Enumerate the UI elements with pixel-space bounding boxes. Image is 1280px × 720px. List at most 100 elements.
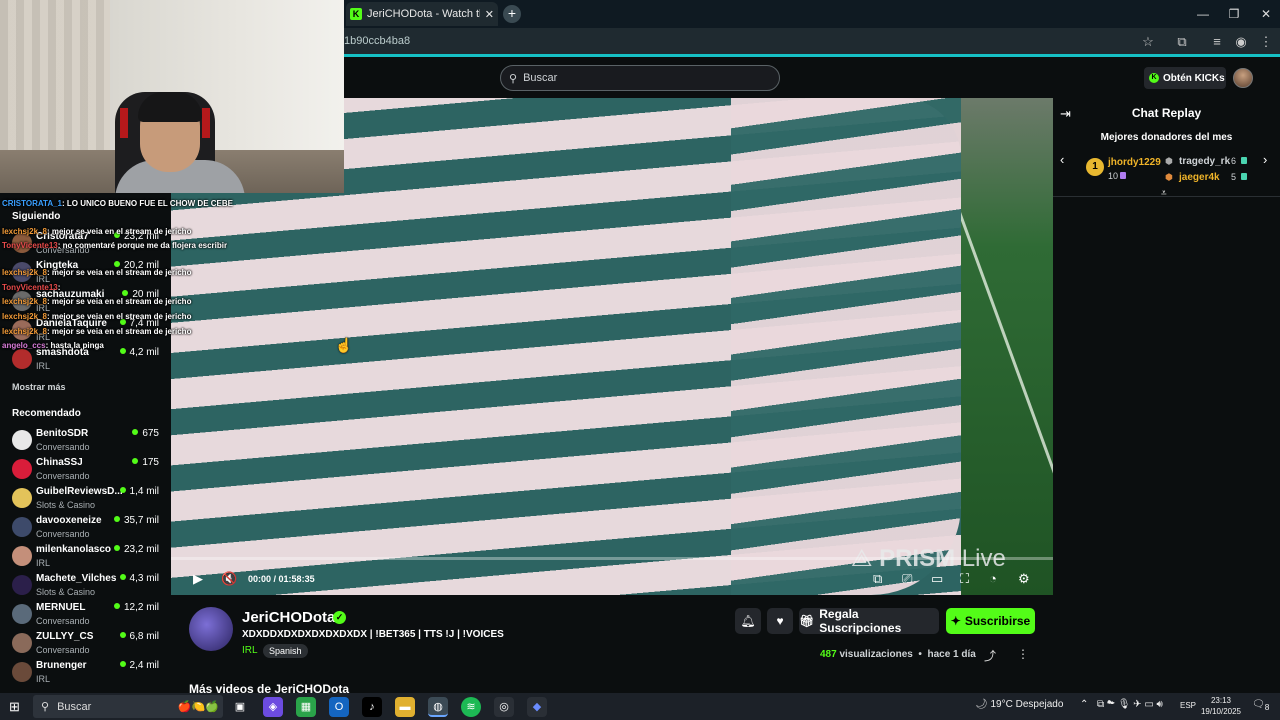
notification-bell-icon[interactable]: 🔔︎ bbox=[735, 608, 761, 634]
browser-menu-icon[interactable]: ⋮ bbox=[1258, 34, 1274, 50]
maximize-button[interactable]: ❐ bbox=[1218, 0, 1250, 28]
avatar bbox=[12, 430, 32, 450]
tray-icons[interactable]: ⧉ ☁ 🎙︎ ✈ ▭ 🔊︎ bbox=[1097, 699, 1163, 710]
kicks-coin-icon: K bbox=[1149, 73, 1159, 83]
streamer-hair bbox=[138, 92, 202, 122]
bookmark-star-icon[interactable]: ☆ bbox=[1140, 34, 1156, 50]
language-indicator[interactable]: ESP bbox=[1180, 701, 1196, 710]
windows-start-icon[interactable]: ⊞ bbox=[9, 699, 20, 715]
chat-overlay-line: lexchsj2k_8: mejor se veia en el stream … bbox=[2, 297, 191, 306]
category-link[interactable]: IRL bbox=[242, 645, 258, 656]
profile-icon[interactable]: ◉ bbox=[1233, 34, 1249, 50]
copilot-icon[interactable]: ◈ bbox=[263, 697, 283, 717]
get-kicks-button[interactable]: K Obtén KICKs bbox=[1144, 67, 1226, 89]
sidebar-channel[interactable]: Machete_Vilches Slots & Casino 4,3 mil bbox=[12, 573, 167, 602]
taskbar-search-label: Buscar bbox=[57, 700, 92, 713]
top-donor-name[interactable]: jhordy1229 bbox=[1108, 157, 1161, 168]
user-avatar[interactable] bbox=[1233, 68, 1253, 88]
chat-overlay-line: TonyVicente13: bbox=[2, 283, 60, 292]
stream-title: XDXDDXDXDXDXDXDXDX | !BET365 | TTS !J | … bbox=[242, 629, 504, 640]
follow-heart-icon[interactable]: ♥ bbox=[767, 608, 793, 634]
clip-button[interactable]: ⎚ bbox=[902, 571, 912, 587]
star-icon: ✦ bbox=[950, 614, 961, 628]
weather-widget[interactable]: 🌙︎ 19°C Despejado bbox=[975, 699, 1063, 710]
new-tab-button[interactable]: + bbox=[503, 5, 521, 23]
sidebar-channel[interactable]: GuibelReviewsD... Slots & Casino 1,4 mil bbox=[12, 486, 167, 515]
sub-gift-icon bbox=[1241, 173, 1247, 180]
browser-tab[interactable]: K JeriCHODota - Watch the VOD ✕ bbox=[346, 2, 498, 26]
avatar bbox=[12, 662, 32, 682]
theater-mode-button[interactable]: ▭ bbox=[931, 571, 943, 587]
taskbar-search[interactable]: ⚲ Buscar 🍎🍋🍏 bbox=[33, 695, 223, 718]
sidebar-channel[interactable]: smashdota IRL 4,2 mil bbox=[12, 347, 167, 376]
sidebar-channel[interactable]: ChinaSSJ Conversando 175 bbox=[12, 457, 167, 486]
sub-gift-icon bbox=[1120, 172, 1126, 179]
channel-category: Conversando bbox=[36, 471, 90, 481]
clock-time: 23:13 bbox=[1210, 696, 1232, 705]
chrome-icon[interactable]: ◍ bbox=[428, 697, 448, 717]
rank-badge: 1 bbox=[1086, 158, 1104, 176]
tiktok-icon[interactable]: ♪ bbox=[362, 697, 382, 717]
chat-replay-title: Chat Replay bbox=[1131, 106, 1202, 120]
expand-donors-icon[interactable]: ⩡ bbox=[1161, 188, 1167, 199]
donor-badge-icon: ⬢ bbox=[1165, 172, 1173, 182]
minimize-button[interactable]: — bbox=[1187, 0, 1219, 28]
prism-app-icon[interactable]: ◆ bbox=[527, 697, 547, 717]
chat-message: : no comentaré porque me da flojera escr… bbox=[57, 241, 228, 250]
channel-name: ZULLYY_CS bbox=[36, 631, 94, 642]
chat-username: TonyVicente13 bbox=[2, 283, 58, 292]
fullscreen-button[interactable]: ⛶ bbox=[960, 571, 969, 587]
media-controls-icon[interactable]: ≡ bbox=[1209, 34, 1225, 49]
taskbar-clock[interactable]: 23:13 19/10/2025 bbox=[1198, 695, 1244, 717]
sidebar-channel[interactable]: MERNUEL Conversando 12,2 mil bbox=[12, 602, 167, 631]
spotify-icon[interactable]: ≋ bbox=[461, 697, 481, 717]
settings-gear-icon[interactable]: ⚙ bbox=[1018, 571, 1030, 587]
close-tab-icon[interactable]: ✕ bbox=[485, 8, 494, 21]
sidebar-channel[interactable]: milenkanolasco IRL 23,2 mil bbox=[12, 544, 167, 573]
tray-chevron-icon[interactable]: ⌃ bbox=[1080, 699, 1088, 710]
gift-subscriptions-button[interactable]: 🎁︎ Regala Suscripciones bbox=[799, 607, 939, 635]
url-text[interactable]: 1b90ccb4ba8 bbox=[344, 35, 410, 47]
playback-speed-button[interactable]: ◔ bbox=[989, 571, 997, 586]
weather-moon-icon: 🌙︎ bbox=[975, 699, 991, 710]
show-more-link[interactable]: Mostrar más bbox=[12, 382, 66, 392]
channel-avatar[interactable] bbox=[189, 607, 233, 651]
language-tag[interactable]: Spanish bbox=[263, 644, 308, 658]
view-stats: 487 visualizaciones • hace 1 día bbox=[820, 649, 976, 660]
channel-category: Conversando bbox=[36, 645, 90, 655]
donor-name[interactable]: jaeger4k bbox=[1179, 172, 1220, 183]
chat-overlay-line: TonyVicente13: no comentaré porque me da… bbox=[2, 241, 227, 250]
donors-prev-icon[interactable]: ‹ bbox=[1060, 152, 1064, 167]
notifications-icon[interactable]: 🗨︎8 bbox=[1252, 699, 1269, 712]
pip-button[interactable]: ⧉ bbox=[873, 571, 882, 587]
viewer-count: 1,4 mil bbox=[120, 486, 159, 497]
webcam-overlay bbox=[0, 0, 344, 193]
donors-next-icon[interactable]: › bbox=[1263, 152, 1267, 167]
chat-overlay-line: lexchsj2k_8: mejor se veia en el stream … bbox=[2, 268, 191, 277]
more-options-icon[interactable]: ⋮ bbox=[1017, 647, 1029, 661]
store-icon[interactable]: ▦ bbox=[296, 697, 316, 717]
close-window-button[interactable]: ✕ bbox=[1250, 0, 1280, 28]
outlook-icon[interactable]: O bbox=[329, 697, 349, 717]
tab-title: JeriCHODota - Watch the VOD bbox=[367, 8, 480, 20]
mute-button[interactable]: 🔇 bbox=[221, 571, 237, 587]
channel-name[interactable]: JeriCHODota bbox=[242, 609, 335, 626]
search-input[interactable]: ⚲ Buscar bbox=[500, 65, 780, 91]
sidebar-channel[interactable]: davooxeneize Conversando 35,7 mil bbox=[12, 515, 167, 544]
channel-category: IRL bbox=[36, 558, 51, 568]
sidebar-channel[interactable]: BenitoSDR Conversando 675 bbox=[12, 428, 167, 457]
channel-name: Brunenger bbox=[36, 660, 87, 671]
channel-name: BenitoSDR bbox=[36, 428, 89, 439]
sidebar-channel[interactable]: ZULLYY_CS Conversando 6,8 mil bbox=[12, 631, 167, 660]
extensions-icon[interactable]: ⧉ bbox=[1174, 34, 1190, 50]
sidebar-channel[interactable]: Brunenger IRL 2,4 mil bbox=[12, 660, 167, 689]
subscribe-button[interactable]: ✦ Suscribirse bbox=[946, 608, 1035, 634]
task-view-icon[interactable]: ▣ bbox=[230, 697, 250, 717]
file-explorer-icon[interactable]: ▬ bbox=[395, 697, 415, 717]
mouse-cursor-icon: ☝ bbox=[335, 337, 353, 353]
video-progress-bar[interactable] bbox=[171, 557, 1053, 560]
share-icon[interactable]: ⤴ bbox=[984, 647, 996, 664]
obs-icon[interactable]: ◎ bbox=[494, 697, 514, 717]
donor-name[interactable]: tragedy_rk bbox=[1179, 156, 1230, 167]
play-button[interactable]: ▶ bbox=[193, 571, 203, 587]
